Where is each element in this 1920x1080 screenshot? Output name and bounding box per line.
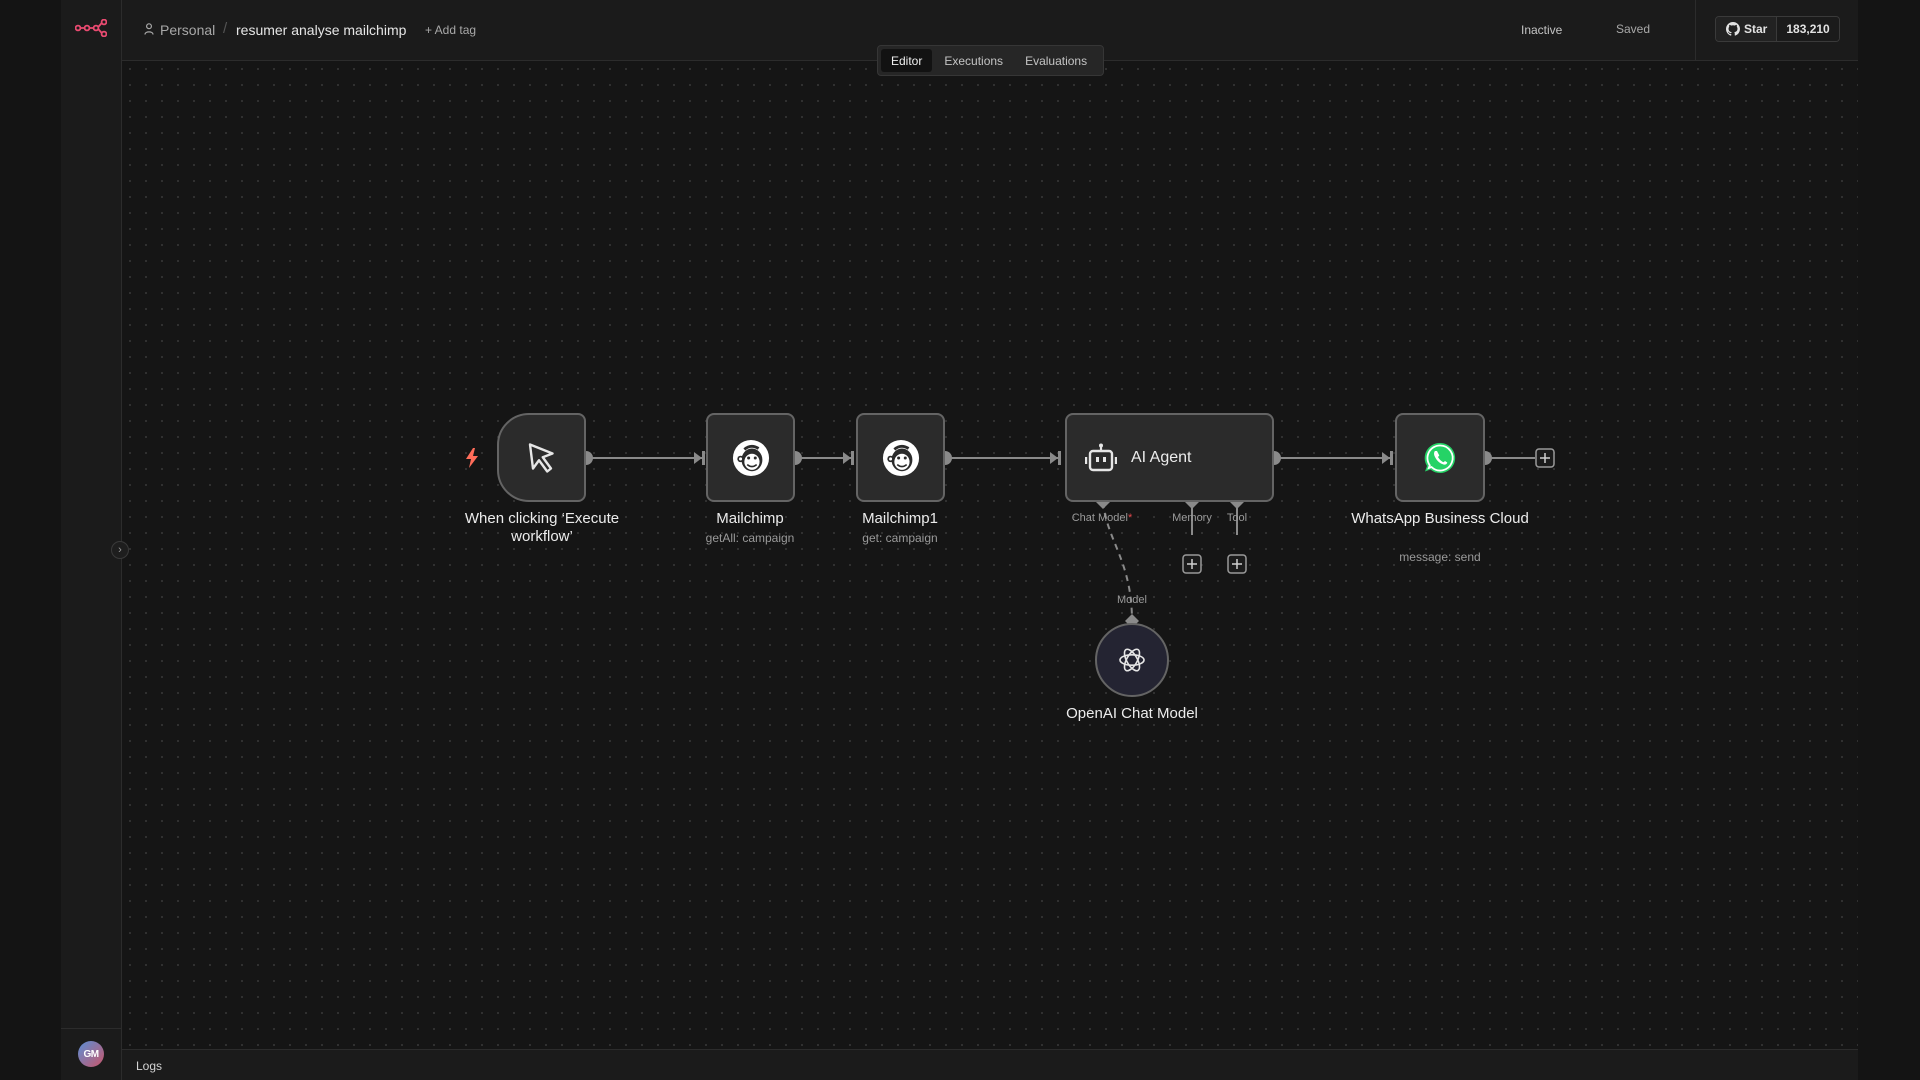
save-status: Saved — [1616, 22, 1651, 36]
mailchimp-icon — [732, 439, 769, 476]
whatsapp-icon — [1424, 442, 1456, 473]
n8n-logo-icon[interactable] — [75, 19, 107, 37]
node-subtitle-mailchimp: getAll: campaign — [705, 531, 795, 545]
connection-layer — [579, 448, 1555, 628]
node-title-trigger: When clicking ‘Execute workflow’ — [464, 510, 620, 545]
node-subtitle-whatsapp: message: send — [1399, 550, 1481, 564]
tab-editor[interactable]: Editor — [881, 49, 933, 72]
port-label-memory: Memory — [1172, 512, 1212, 524]
tab-executions[interactable]: Executions — [934, 49, 1013, 72]
workflow-name[interactable]: resumer analyse mailchimp — [236, 22, 406, 38]
node-mailchimp[interactable] — [706, 413, 795, 502]
github-icon — [1726, 22, 1740, 36]
port-label-chat-model: Chat Model* — [1071, 512, 1133, 524]
logs-label[interactable]: Logs — [136, 1059, 162, 1073]
node-title-openai: OpenAI Chat Model — [1066, 705, 1198, 722]
mailchimp-icon — [882, 439, 919, 476]
workflow-status[interactable]: Inactive — [1521, 23, 1562, 37]
github-star-button[interactable]: Star 183,210 — [1715, 16, 1840, 42]
node-whatsapp[interactable] — [1395, 413, 1485, 502]
port-label-tool: Tool — [1226, 512, 1248, 524]
node-title-mailchimp1: Mailchimp1 — [862, 510, 938, 527]
cursor-icon — [528, 442, 554, 473]
github-star-label: Star — [1744, 22, 1768, 36]
header-divider — [1695, 0, 1696, 60]
node-ai-agent[interactable]: AI Agent — [1065, 413, 1274, 502]
github-star[interactable]: Star — [1716, 17, 1778, 41]
input-arrow-whatsapp — [1382, 452, 1390, 464]
port-label-model: Model — [1117, 594, 1147, 606]
main-sidebar: GM — [61, 0, 122, 1080]
github-star-count[interactable]: 183,210 — [1777, 17, 1839, 41]
breadcrumb-project[interactable]: Personal — [160, 22, 215, 38]
add-tag-button[interactable]: + Add tag — [425, 23, 476, 37]
node-subtitle-mailchimp1: get: campaign — [862, 531, 938, 545]
node-title-whatsapp: WhatsApp Business Cloud — [1351, 510, 1529, 527]
input-arrow-mailchimp — [694, 452, 702, 464]
openai-icon — [1119, 648, 1145, 672]
workflow-canvas[interactable]: When clicking ‘Execute workflow’ Mailchi… — [122, 61, 1858, 1049]
expand-sidebar-chevron-icon[interactable]: › — [111, 541, 129, 559]
tab-evaluations[interactable]: Evaluations — [1015, 49, 1097, 72]
sidebar-divider — [61, 1028, 122, 1029]
node-title-agent: AI Agent — [1131, 448, 1192, 466]
node-title-mailchimp: Mailchimp — [716, 510, 784, 527]
user-icon — [144, 23, 154, 35]
outer-gutter-right — [1858, 0, 1920, 1080]
robot-icon — [1085, 443, 1117, 471]
breadcrumb-separator: / — [223, 20, 228, 37]
input-arrow-agent — [1050, 452, 1058, 464]
view-tabs: Editor Executions Evaluations — [877, 45, 1104, 76]
node-manual-trigger[interactable] — [497, 413, 586, 502]
outer-gutter-left — [0, 0, 61, 1080]
trigger-lightning-icon — [466, 448, 478, 468]
logs-panel-bar[interactable]: Logs — [122, 1049, 1858, 1080]
input-arrow-mailchimp1 — [843, 452, 851, 464]
node-mailchimp1[interactable] — [856, 413, 945, 502]
user-avatar[interactable]: GM — [78, 1041, 104, 1067]
node-openai-chat-model[interactable] — [1095, 623, 1169, 697]
